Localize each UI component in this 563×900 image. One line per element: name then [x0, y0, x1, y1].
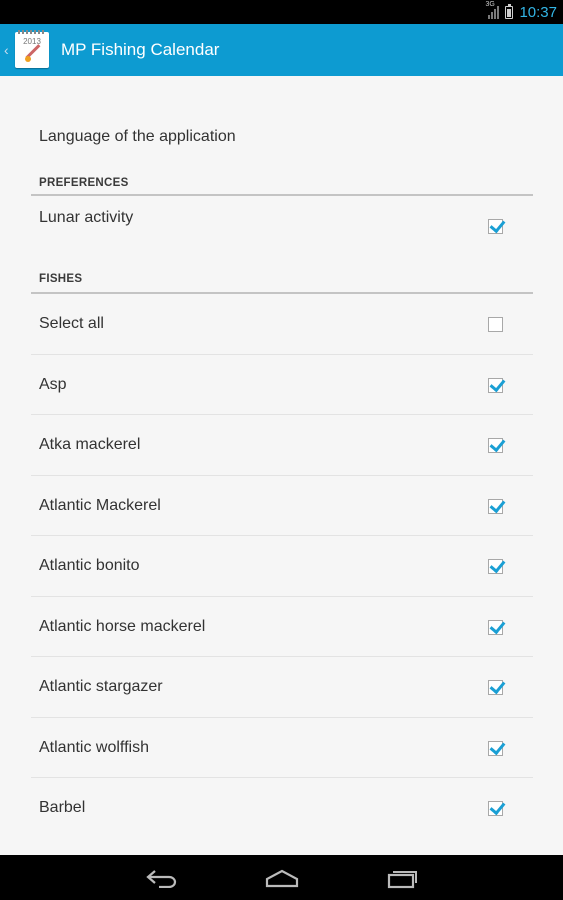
clock: 10:37 [519, 3, 557, 21]
battery-icon [505, 3, 514, 19]
recent-apps-icon[interactable] [382, 863, 422, 893]
fish-item-select-all[interactable]: Select all [31, 294, 533, 355]
fish-list: Select all Asp Atka mackerel Atlantic Ma… [31, 294, 533, 839]
fish-label: Asp [39, 375, 67, 393]
fish-label: Atka mackerel [39, 436, 141, 453]
settings-list: Language of the application PREFERENCES … [31, 76, 533, 839]
fish-checkbox[interactable] [488, 498, 503, 514]
home-icon[interactable] [262, 863, 302, 893]
fish-item-atlantic-mackerel[interactable]: Atlantic Mackerel [31, 476, 533, 536]
fish-item-atlantic-wolffish[interactable]: Atlantic wolffish [31, 718, 533, 778]
action-bar: ‹ 2013 MP Fishing Calendar [0, 24, 563, 76]
fish-checkbox[interactable] [488, 740, 503, 756]
up-caret-icon[interactable]: ‹ [4, 42, 13, 58]
fish-checkbox[interactable] [488, 801, 503, 816]
fish-label: Atlantic horse mackerel [39, 617, 206, 635]
fish-item-atlantic-bonito[interactable]: Atlantic bonito [31, 536, 533, 597]
fish-checkbox[interactable] [488, 619, 503, 635]
language-label: Language of the application [39, 128, 236, 145]
network-type: 3G [485, 1, 495, 8]
lunar-activity-label: Lunar activity [39, 209, 134, 226]
fish-item-atlantic-horse-mackerel[interactable]: Atlantic horse mackerel [31, 597, 533, 657]
signal-icon: 3G [485, 1, 500, 19]
back-icon[interactable] [142, 863, 182, 893]
fish-item-atlantic-stargazer[interactable]: Atlantic stargazer [31, 657, 533, 718]
fish-checkbox[interactable] [488, 438, 503, 453]
fish-label: Barbel [39, 799, 86, 816]
lunar-activity-checkbox[interactable] [488, 219, 503, 234]
fish-item-atka-mackerel[interactable]: Atka mackerel [31, 415, 533, 476]
fish-label: Atlantic Mackerel [39, 496, 161, 514]
section-header-preferences: PREFERENCES [31, 166, 533, 196]
fish-label: Select all [39, 315, 104, 332]
navigation-bar [0, 855, 563, 900]
fish-checkbox[interactable] [488, 680, 503, 695]
section-header-fishes: FISHES [31, 257, 533, 294]
fish-checkbox[interactable] [488, 559, 503, 574]
fish-checkbox[interactable] [488, 377, 503, 393]
lunar-activity-setting[interactable]: Lunar activity [31, 196, 533, 257]
fish-item-asp[interactable]: Asp [31, 355, 533, 415]
fish-label: Atlantic stargazer [39, 678, 163, 695]
app-icon[interactable]: 2013 [15, 30, 49, 68]
fish-label: Atlantic wolffish [39, 738, 149, 756]
status-bar: 3G 10:37 [0, 0, 563, 24]
app-icon-year: 2013 [23, 37, 41, 46]
app-title: MP Fishing Calendar [61, 40, 220, 59]
language-setting[interactable]: Language of the application [31, 76, 533, 166]
fish-item-barbel[interactable]: Barbel [31, 778, 533, 839]
fish-label: Atlantic bonito [39, 557, 140, 574]
select-all-checkbox[interactable] [488, 317, 503, 332]
